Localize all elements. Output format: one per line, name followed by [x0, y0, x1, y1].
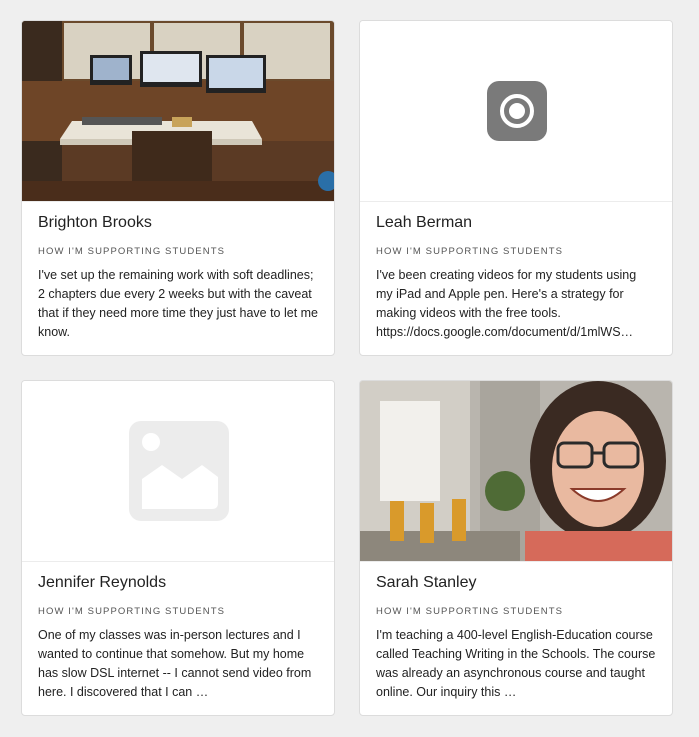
card-name: Brighton Brooks	[38, 214, 152, 231]
submission-card[interactable]: Leah Berman HOW I'M SUPPORTING STUDENTS …	[359, 20, 673, 356]
card-media-placeholder	[22, 381, 334, 562]
image-placeholder-icon	[129, 421, 229, 521]
card-text: I've been creating videos for my student…	[376, 268, 637, 339]
card-text: I'm teaching a 400-level English-Educati…	[376, 628, 656, 699]
card-label: HOW I'M SUPPORTING STUDENTS	[38, 606, 226, 617]
card-name: Leah Berman	[376, 214, 473, 231]
card-text: I've set up the remaining work with soft…	[38, 268, 318, 339]
submission-card[interactable]: Jennifer Reynolds HOW I'M SUPPORTING STU…	[21, 380, 335, 716]
card-photo-desk	[22, 21, 334, 202]
card-label: HOW I'M SUPPORTING STUDENTS	[376, 246, 564, 257]
card-text: One of my classes was in-person lectures…	[38, 628, 312, 699]
submission-card[interactable]: Sarah Stanley HOW I'M SUPPORTING STUDENT…	[359, 380, 673, 716]
card-name: Jennifer Reynolds	[38, 574, 167, 591]
card-media-placeholder	[360, 21, 672, 202]
card-photo-portrait	[360, 381, 672, 562]
card-label: HOW I'M SUPPORTING STUDENTS	[38, 246, 226, 257]
record-icon	[487, 81, 547, 141]
card-label: HOW I'M SUPPORTING STUDENTS	[376, 606, 564, 617]
card-name: Sarah Stanley	[376, 574, 477, 591]
submission-card[interactable]: Brighton Brooks HOW I'M SUPPORTING STUDE…	[21, 20, 335, 356]
submission-card-grid: Brighton Brooks HOW I'M SUPPORTING STUDE…	[0, 0, 699, 737]
